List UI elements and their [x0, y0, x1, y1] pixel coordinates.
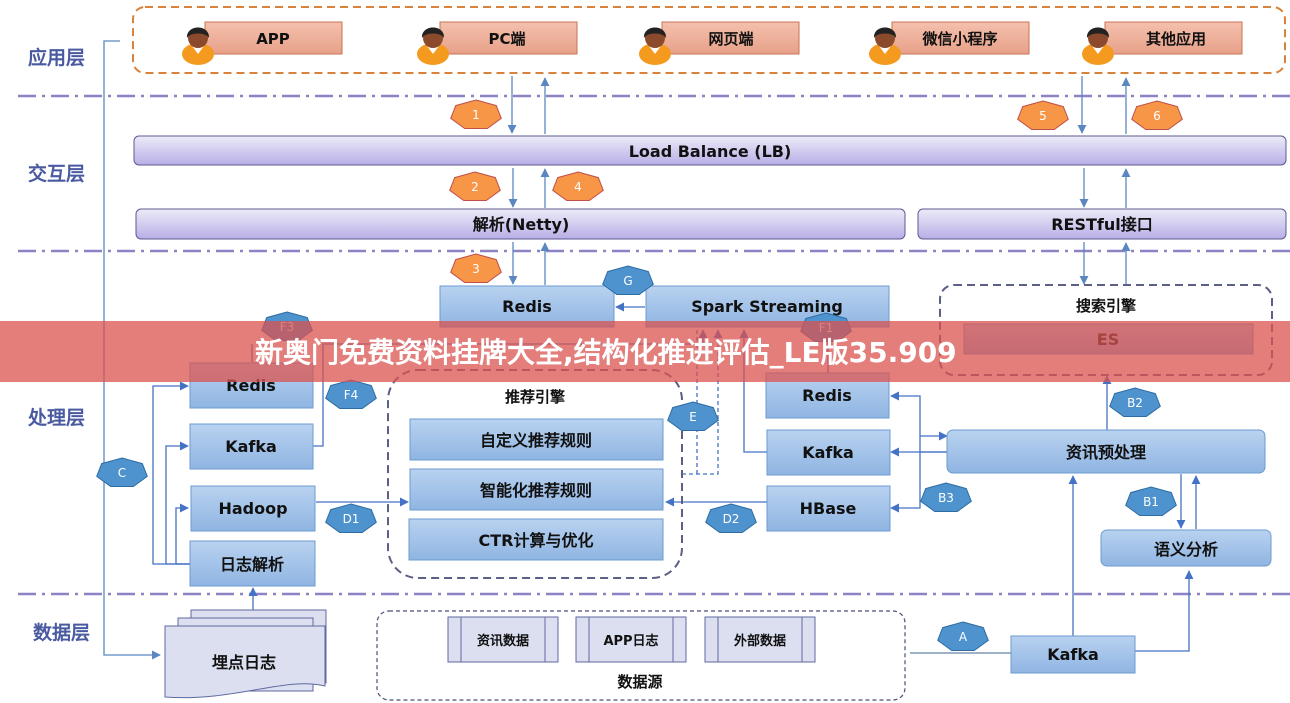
kafka-label: Kafka — [802, 443, 854, 462]
news-preprocess-label: 资讯预处理 — [1066, 443, 1146, 462]
hadoop-label: Hadoop — [218, 499, 287, 518]
redis-label: Redis — [802, 386, 852, 405]
step-badge-b2: B2 — [1109, 387, 1161, 417]
badge-label: 3 — [472, 262, 480, 276]
client-label: 网页端 — [708, 30, 753, 48]
source-app-log[interactable]: APP日志 — [575, 616, 687, 663]
restful-api-bar[interactable]: RESTful接口 — [917, 208, 1287, 240]
data-source-group[interactable]: 资讯数据 APP日志 外部数据 数据源 — [376, 610, 906, 701]
log-parse-box[interactable]: 日志解析 — [189, 540, 316, 587]
recommend-engine-title: 推荐引擎 — [505, 388, 565, 406]
semantic-analysis-box[interactable]: 语义分析 — [1100, 529, 1272, 567]
source-label: APP日志 — [603, 633, 658, 649]
client-web[interactable]: 网页端 — [639, 21, 800, 65]
badge-label: B3 — [938, 491, 954, 505]
left-kafka-box[interactable]: Kafka — [189, 423, 314, 470]
layer-label-app: 应用层 — [28, 46, 85, 69]
step-badge-5: 5 — [1017, 100, 1069, 130]
kafka-label: Kafka — [1047, 645, 1099, 664]
tracking-log-stack[interactable]: 埋点日志 — [164, 609, 327, 699]
rule-ctr[interactable]: CTR计算与优化 — [408, 518, 664, 561]
kafka-label: Kafka — [225, 437, 277, 456]
badge-label: 6 — [1153, 109, 1161, 123]
redis-label: Redis — [502, 297, 552, 316]
step-badge-f4: F4 — [325, 379, 377, 409]
source-external-data[interactable]: 外部数据 — [704, 616, 816, 663]
news-preprocess-box[interactable]: 资讯预处理 — [946, 429, 1266, 474]
source-news-data[interactable]: 资讯数据 — [447, 616, 559, 663]
client-label: APP — [256, 30, 290, 48]
layer-label-interaction: 交互层 — [28, 162, 85, 185]
badge-label: B1 — [1143, 495, 1159, 509]
badge-label: A — [959, 630, 968, 644]
step-badge-b3: B3 — [920, 482, 972, 512]
step-badge-6: 6 — [1131, 100, 1183, 130]
client-label: 微信小程序 — [921, 30, 997, 48]
client-other-apps[interactable]: 其他应用 — [1082, 21, 1243, 65]
badge-label: 1 — [472, 108, 480, 122]
client-wechat-miniprogram[interactable]: 微信小程序 — [869, 21, 1030, 65]
step-badge-3: 3 — [450, 253, 502, 283]
log-parse-label: 日志解析 — [220, 555, 284, 574]
badge-label: G — [623, 274, 632, 288]
spark-streaming-box[interactable]: Spark Streaming — [645, 285, 890, 328]
source-label: 外部数据 — [733, 633, 786, 649]
right-kafka-box[interactable]: Kafka — [766, 429, 891, 476]
architecture-diagram: 应用层 交互层 处理层 数据层 APP PC端 网页端 微信小程序 其他应用 L… — [0, 6, 1290, 701]
watermark-text: 新奥门免费资料挂牌大全,结构化推进评估_LE版35.909 — [255, 336, 957, 369]
restful-label: RESTful接口 — [1051, 215, 1153, 234]
layer-label-processing: 处理层 — [27, 406, 85, 429]
bottom-kafka-box[interactable]: Kafka — [1010, 635, 1136, 674]
client-app[interactable]: APP — [182, 21, 343, 65]
hadoop-box[interactable]: Hadoop — [190, 485, 316, 532]
step-badge-a: A — [937, 621, 989, 651]
tracking-log-label: 埋点日志 — [212, 653, 276, 672]
rule-custom[interactable]: 自定义推荐规则 — [409, 418, 664, 461]
load-balance-bar[interactable]: Load Balance (LB) — [133, 135, 1287, 166]
hbase-label: HBase — [800, 499, 857, 518]
rule-label: CTR计算与优化 — [479, 531, 594, 550]
semantic-analysis-label: 语义分析 — [1154, 540, 1218, 559]
search-engine-title: 搜索引擎 — [1076, 297, 1136, 315]
load-balance-label: Load Balance (LB) — [629, 142, 792, 161]
redis-cache-top[interactable]: Redis — [439, 285, 615, 328]
badge-label: B2 — [1127, 396, 1143, 410]
rule-intelligent[interactable]: 智能化推荐规则 — [409, 468, 664, 511]
badge-label: D1 — [343, 512, 360, 526]
step-badge-4: 4 — [552, 171, 604, 201]
badge-label: 4 — [574, 180, 582, 194]
step-badge-1: 1 — [450, 99, 502, 129]
client-label: 其他应用 — [1146, 30, 1206, 48]
step-badge-d1: D1 — [325, 503, 377, 533]
rule-label: 智能化推荐规则 — [480, 481, 592, 500]
badge-label: F4 — [344, 388, 359, 402]
step-badge-g: G — [602, 265, 654, 295]
rule-label: 自定义推荐规则 — [480, 431, 592, 450]
step-badge-2: 2 — [449, 171, 501, 201]
badge-label: 5 — [1039, 109, 1047, 123]
step-badge-d2: D2 — [705, 503, 757, 533]
netty-label: 解析(Netty) — [473, 215, 570, 234]
recommend-engine-group[interactable]: 推荐引擎 自定义推荐规则 智能化推荐规则 CTR计算与优化 — [387, 369, 683, 579]
watermark-banner: 新奥门免费资料挂牌大全,结构化推进评估_LE版35.909 — [0, 321, 1290, 382]
spark-streaming-label: Spark Streaming — [691, 297, 843, 316]
step-badge-b1: B1 — [1125, 486, 1177, 516]
client-pc[interactable]: PC端 — [417, 21, 578, 65]
hbase-box[interactable]: HBase — [766, 485, 891, 532]
source-label: 资讯数据 — [477, 633, 529, 649]
netty-parser-bar[interactable]: 解析(Netty) — [135, 208, 906, 240]
badge-label: E — [689, 410, 697, 424]
badge-label: C — [118, 466, 126, 480]
badge-label: D2 — [723, 512, 740, 526]
badge-label: 2 — [471, 180, 479, 194]
data-source-title: 数据源 — [617, 673, 662, 691]
step-badge-e: E — [667, 401, 719, 431]
layer-label-data: 数据层 — [33, 621, 90, 644]
client-label: PC端 — [488, 30, 525, 48]
